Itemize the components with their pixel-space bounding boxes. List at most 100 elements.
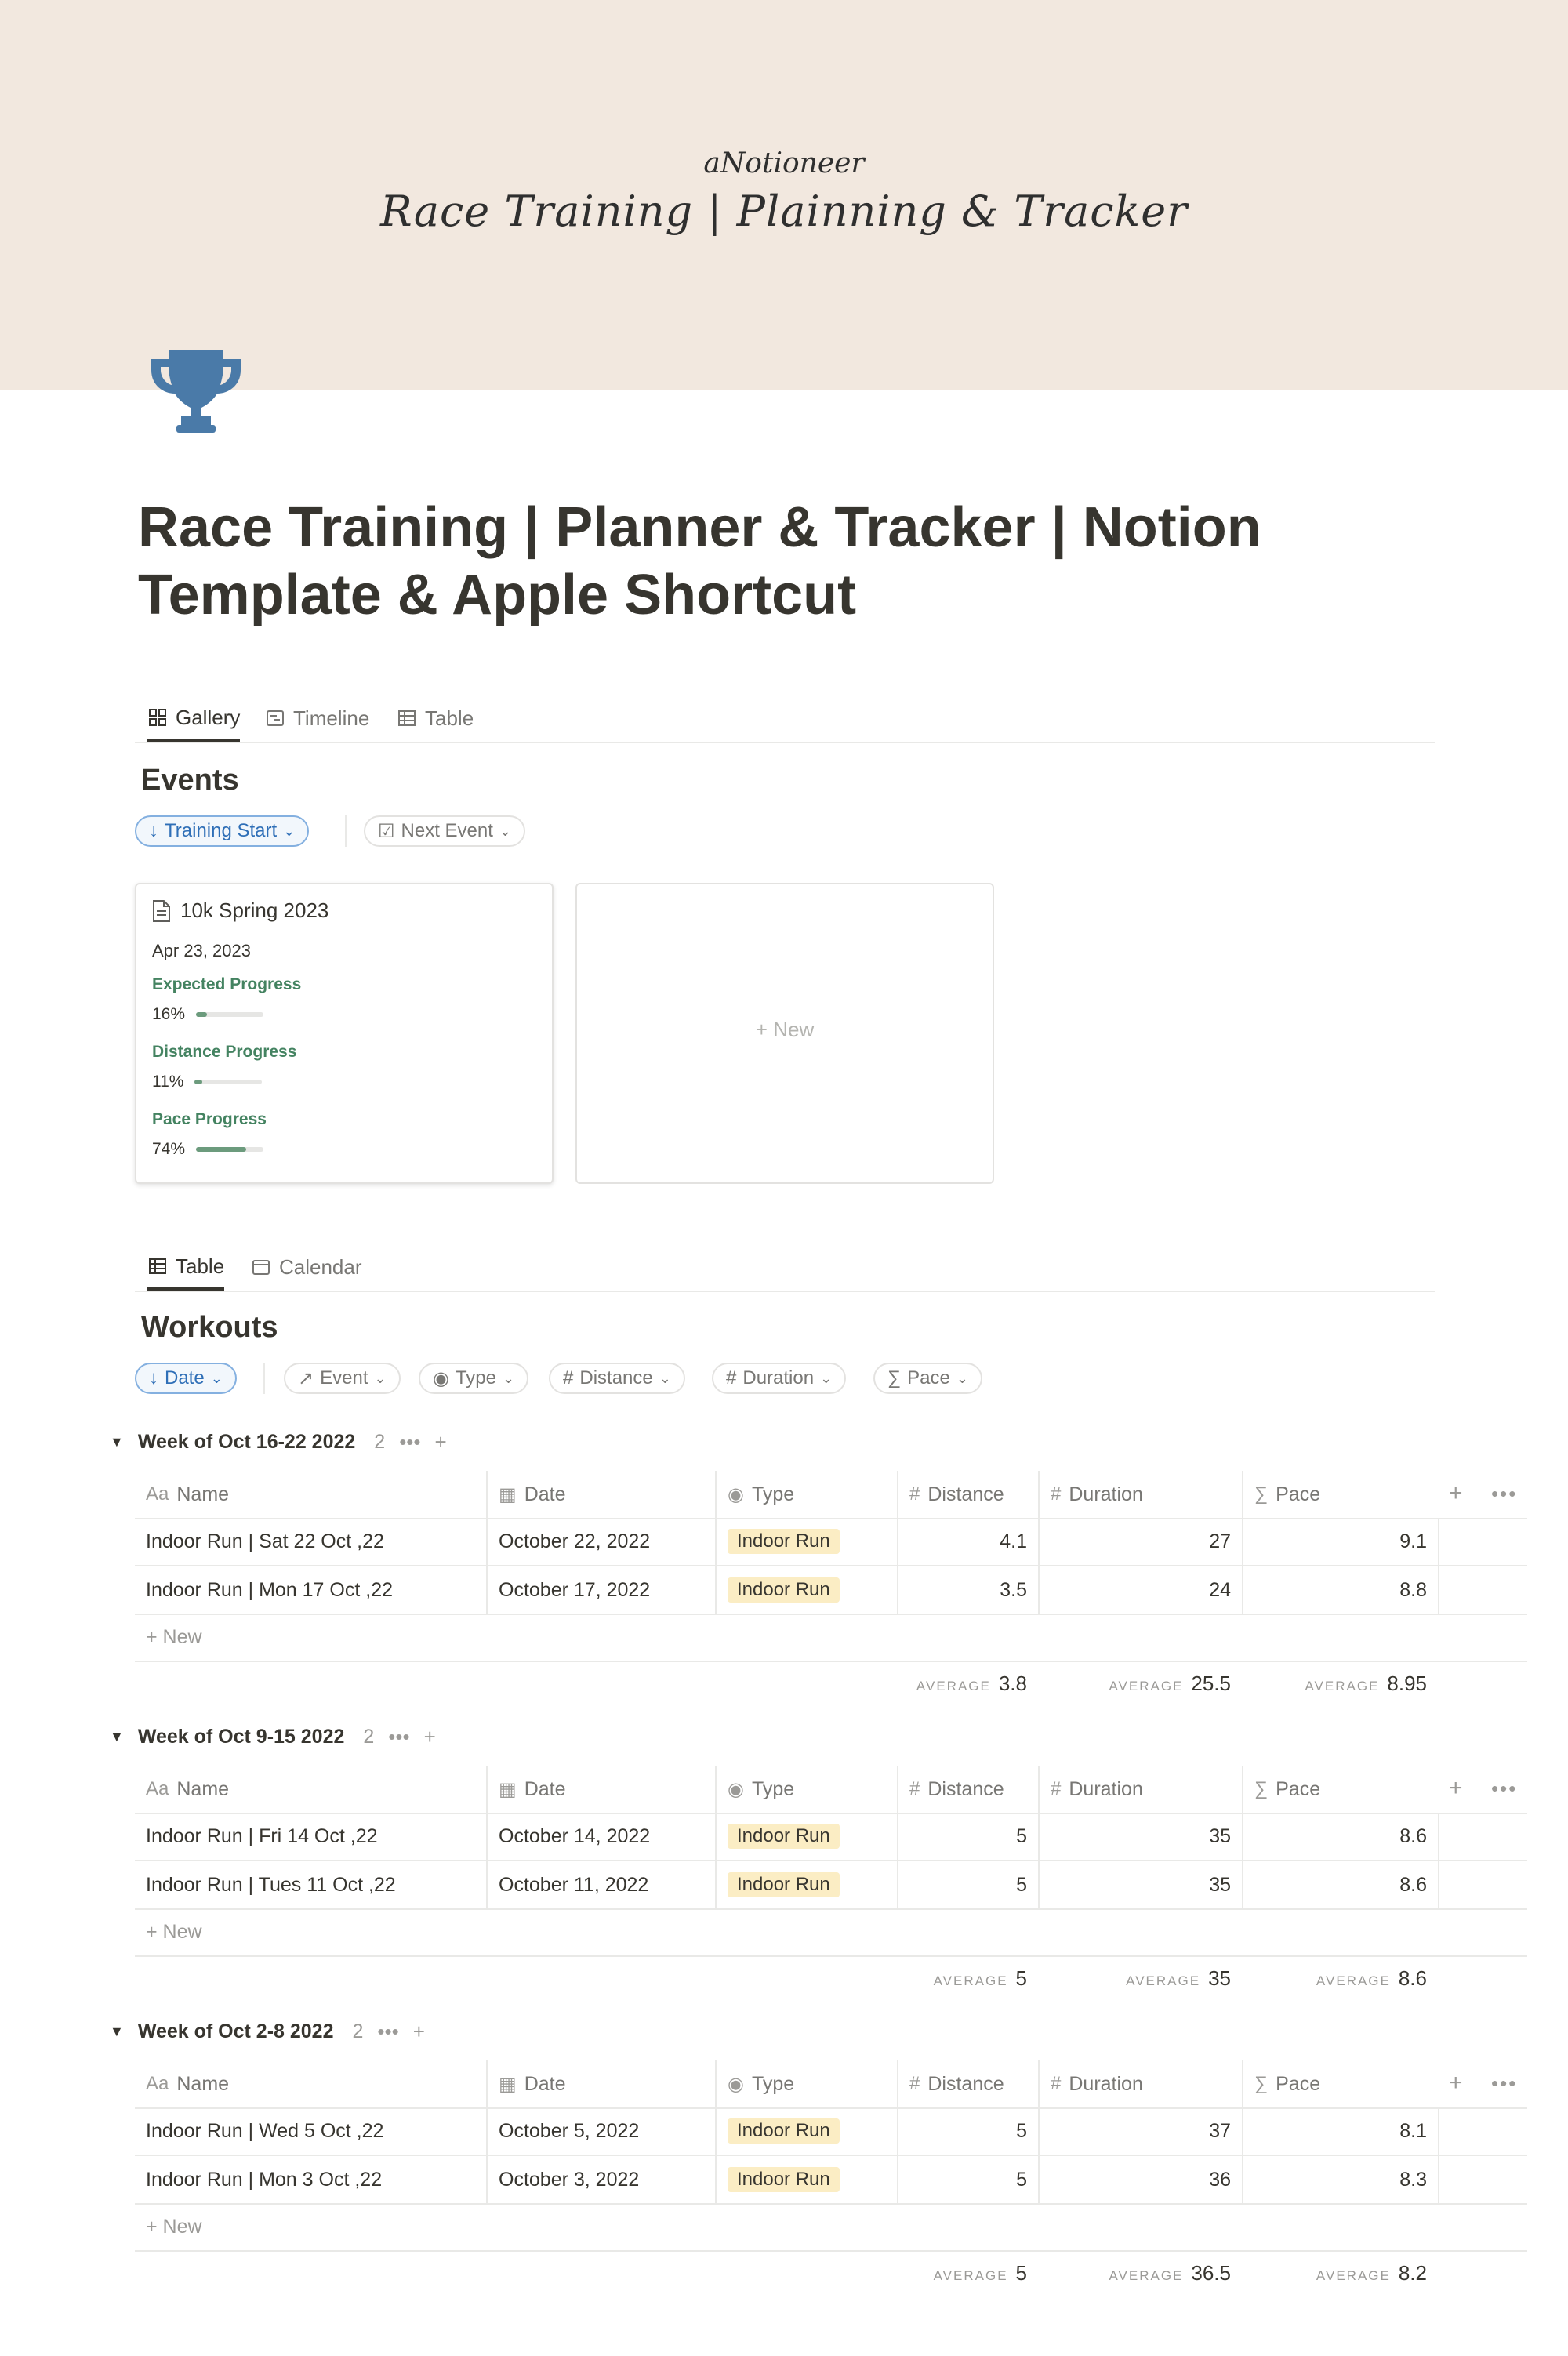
group-header[interactable]: ▼ Week of Oct 2-8 2022 2 ••• + — [110, 2020, 425, 2044]
event-card[interactable]: 10k Spring 2023 Apr 23, 2023 Expected Pr… — [135, 883, 554, 1184]
column-header-distance[interactable]: # Distance — [897, 2060, 1038, 2107]
table-cell-empty[interactable] — [1438, 2107, 1527, 2155]
event-filter-chip[interactable]: ↗ Event ⌄ — [284, 1363, 401, 1394]
collapse-triangle-icon[interactable]: ▼ — [110, 2024, 124, 2040]
new-row[interactable]: + New — [135, 1615, 1527, 1662]
column-header-pace[interactable]: ∑ Pace — [1242, 1471, 1438, 1518]
table-cell-name[interactable]: Indoor Run | Fri 14 Oct ,22 — [135, 1813, 486, 1860]
more-icon[interactable]: ••• — [1491, 1482, 1517, 1506]
average-pace[interactable]: AVERAGE 8.6 — [1242, 1966, 1427, 1991]
table-cell-distance[interactable]: 5 — [897, 1813, 1038, 1860]
table-cell-pace[interactable]: 8.1 — [1242, 2107, 1438, 2155]
tab-table[interactable]: Table — [397, 696, 474, 740]
tab-workouts-table[interactable]: Table — [147, 1245, 225, 1291]
average-distance[interactable]: AVERAGE 3.8 — [897, 1672, 1027, 1696]
column-header-name[interactable]: Aa Name — [135, 1471, 486, 1518]
table-cell-pace[interactable]: 8.8 — [1242, 1566, 1438, 1614]
new-row[interactable]: + New — [135, 1910, 1527, 1957]
table-cell-type[interactable]: Indoor Run — [715, 1861, 897, 1908]
table-cell-date[interactable]: October 17, 2022 — [486, 1566, 715, 1614]
column-header-date[interactable]: ▦ Date — [486, 1471, 715, 1518]
table-cell-date[interactable]: October 11, 2022 — [486, 1861, 715, 1908]
table-cell-duration[interactable]: 36 — [1038, 2156, 1242, 2203]
tab-calendar[interactable]: Calendar — [251, 1245, 362, 1289]
group-header[interactable]: ▼ Week of Oct 16-22 2022 2 ••• + — [110, 1430, 447, 1454]
new-card[interactable]: + New — [575, 883, 994, 1184]
table-cell-empty[interactable] — [1438, 1861, 1527, 1908]
table-row[interactable]: Indoor Run | Mon 3 Oct ,22 October 3, 202… — [135, 2156, 1527, 2205]
sort-training-start-chip[interactable]: ↓ Training Start ⌄ — [135, 815, 310, 847]
column-header-duration[interactable]: # Duration — [1038, 1766, 1242, 1813]
table-cell-distance[interactable]: 5 — [897, 1861, 1038, 1908]
column-header-date[interactable]: ▦ Date — [486, 2060, 715, 2107]
average-distance[interactable]: AVERAGE 5 — [897, 1966, 1027, 1991]
column-header-type[interactable]: ◉ Type — [715, 2060, 897, 2107]
table-cell-pace[interactable]: 8.3 — [1242, 2156, 1438, 2203]
plus-icon[interactable]: + — [413, 2020, 425, 2044]
table-cell-duration[interactable]: 37 — [1038, 2107, 1242, 2155]
table-cell-pace[interactable]: 9.1 — [1242, 1518, 1438, 1565]
collapse-triangle-icon[interactable]: ▼ — [110, 1729, 124, 1745]
column-header-name[interactable]: Aa Name — [135, 2060, 486, 2107]
new-row[interactable]: + New — [135, 2205, 1527, 2252]
table-cell-duration[interactable]: 35 — [1038, 1861, 1242, 1908]
table-cell-empty[interactable] — [1438, 1518, 1527, 1565]
column-header-duration[interactable]: # Duration — [1038, 1471, 1242, 1518]
table-row[interactable]: Indoor Run | Wed 5 Oct ,22 October 5, 202… — [135, 2107, 1527, 2156]
table-cell-empty[interactable] — [1438, 1566, 1527, 1614]
table-cell-empty[interactable] — [1438, 2156, 1527, 2203]
average-duration[interactable]: AVERAGE 35 — [1038, 1966, 1231, 1991]
table-row[interactable]: Indoor Run | Sat 22 Oct ,22 October 22, 2… — [135, 1518, 1527, 1566]
table-cell-distance[interactable]: 4.1 — [897, 1518, 1038, 1565]
add-column-plus-icon[interactable]: + — [1449, 2070, 1463, 2096]
table-cell-distance[interactable]: 5 — [897, 2107, 1038, 2155]
more-icon[interactable]: ••• — [377, 2020, 398, 2044]
column-header-date[interactable]: ▦ Date — [486, 1766, 715, 1813]
table-cell-type[interactable]: Indoor Run — [715, 1813, 897, 1860]
tab-gallery[interactable]: Gallery — [147, 696, 241, 742]
table-cell-name[interactable]: Indoor Run | Wed 5 Oct ,22 — [135, 2107, 486, 2155]
table-cell-name[interactable]: Indoor Run | Tues 11 Oct ,22 — [135, 1861, 486, 1908]
plus-icon[interactable]: + — [424, 1725, 436, 1749]
more-icon[interactable]: ••• — [1491, 2071, 1517, 2096]
pace-filter-chip[interactable]: ∑ Pace ⌄ — [873, 1363, 982, 1394]
more-icon[interactable]: ••• — [399, 1430, 420, 1454]
table-row[interactable]: Indoor Run | Tues 11 Oct ,22 October 11, … — [135, 1861, 1527, 1910]
average-pace[interactable]: AVERAGE 8.2 — [1242, 2261, 1427, 2285]
table-cell-type[interactable]: Indoor Run — [715, 1566, 897, 1614]
table-cell-duration[interactable]: 24 — [1038, 1566, 1242, 1614]
table-cell-date[interactable]: October 22, 2022 — [486, 1518, 715, 1565]
table-cell-duration[interactable]: 27 — [1038, 1518, 1242, 1565]
table-cell-type[interactable]: Indoor Run — [715, 2156, 897, 2203]
table-cell-type[interactable]: Indoor Run — [715, 2107, 897, 2155]
table-cell-pace[interactable]: 8.6 — [1242, 1861, 1438, 1908]
table-cell-distance[interactable]: 3.5 — [897, 1566, 1038, 1614]
column-header-type[interactable]: ◉ Type — [715, 1471, 897, 1518]
column-header-duration[interactable]: # Duration — [1038, 2060, 1242, 2107]
table-cell-distance[interactable]: 5 — [897, 2156, 1038, 2203]
column-header-name[interactable]: Aa Name — [135, 1766, 486, 1813]
add-column-plus-icon[interactable]: + — [1449, 1775, 1463, 1802]
table-cell-date[interactable]: October 14, 2022 — [486, 1813, 715, 1860]
collapse-triangle-icon[interactable]: ▼ — [110, 1434, 124, 1450]
sort-date-chip[interactable]: ↓ Date ⌄ — [135, 1363, 237, 1394]
event-card-title[interactable]: 10k Spring 2023 — [152, 898, 328, 923]
table-cell-date[interactable]: October 3, 2022 — [486, 2156, 715, 2203]
average-pace[interactable]: AVERAGE 8.95 — [1242, 1672, 1427, 1696]
table-cell-name[interactable]: Indoor Run | Sat 22 Oct ,22 — [135, 1518, 486, 1565]
more-icon[interactable]: ••• — [1491, 1777, 1517, 1801]
average-duration[interactable]: AVERAGE 25.5 — [1038, 1672, 1231, 1696]
table-cell-date[interactable]: October 5, 2022 — [486, 2107, 715, 2155]
column-header-distance[interactable]: # Distance — [897, 1766, 1038, 1813]
tab-timeline[interactable]: Timeline — [265, 696, 369, 740]
trophy-icon[interactable] — [145, 343, 247, 437]
average-duration[interactable]: AVERAGE 36.5 — [1038, 2261, 1231, 2285]
distance-filter-chip[interactable]: # Distance ⌄ — [549, 1363, 685, 1394]
column-header-type[interactable]: ◉ Type — [715, 1766, 897, 1813]
table-cell-duration[interactable]: 35 — [1038, 1813, 1242, 1860]
column-header-distance[interactable]: # Distance — [897, 1471, 1038, 1518]
table-cell-name[interactable]: Indoor Run | Mon 3 Oct ,22 — [135, 2156, 486, 2203]
duration-filter-chip[interactable]: # Duration ⌄ — [712, 1363, 847, 1394]
table-cell-type[interactable]: Indoor Run — [715, 1518, 897, 1565]
plus-icon[interactable]: + — [435, 1430, 447, 1454]
